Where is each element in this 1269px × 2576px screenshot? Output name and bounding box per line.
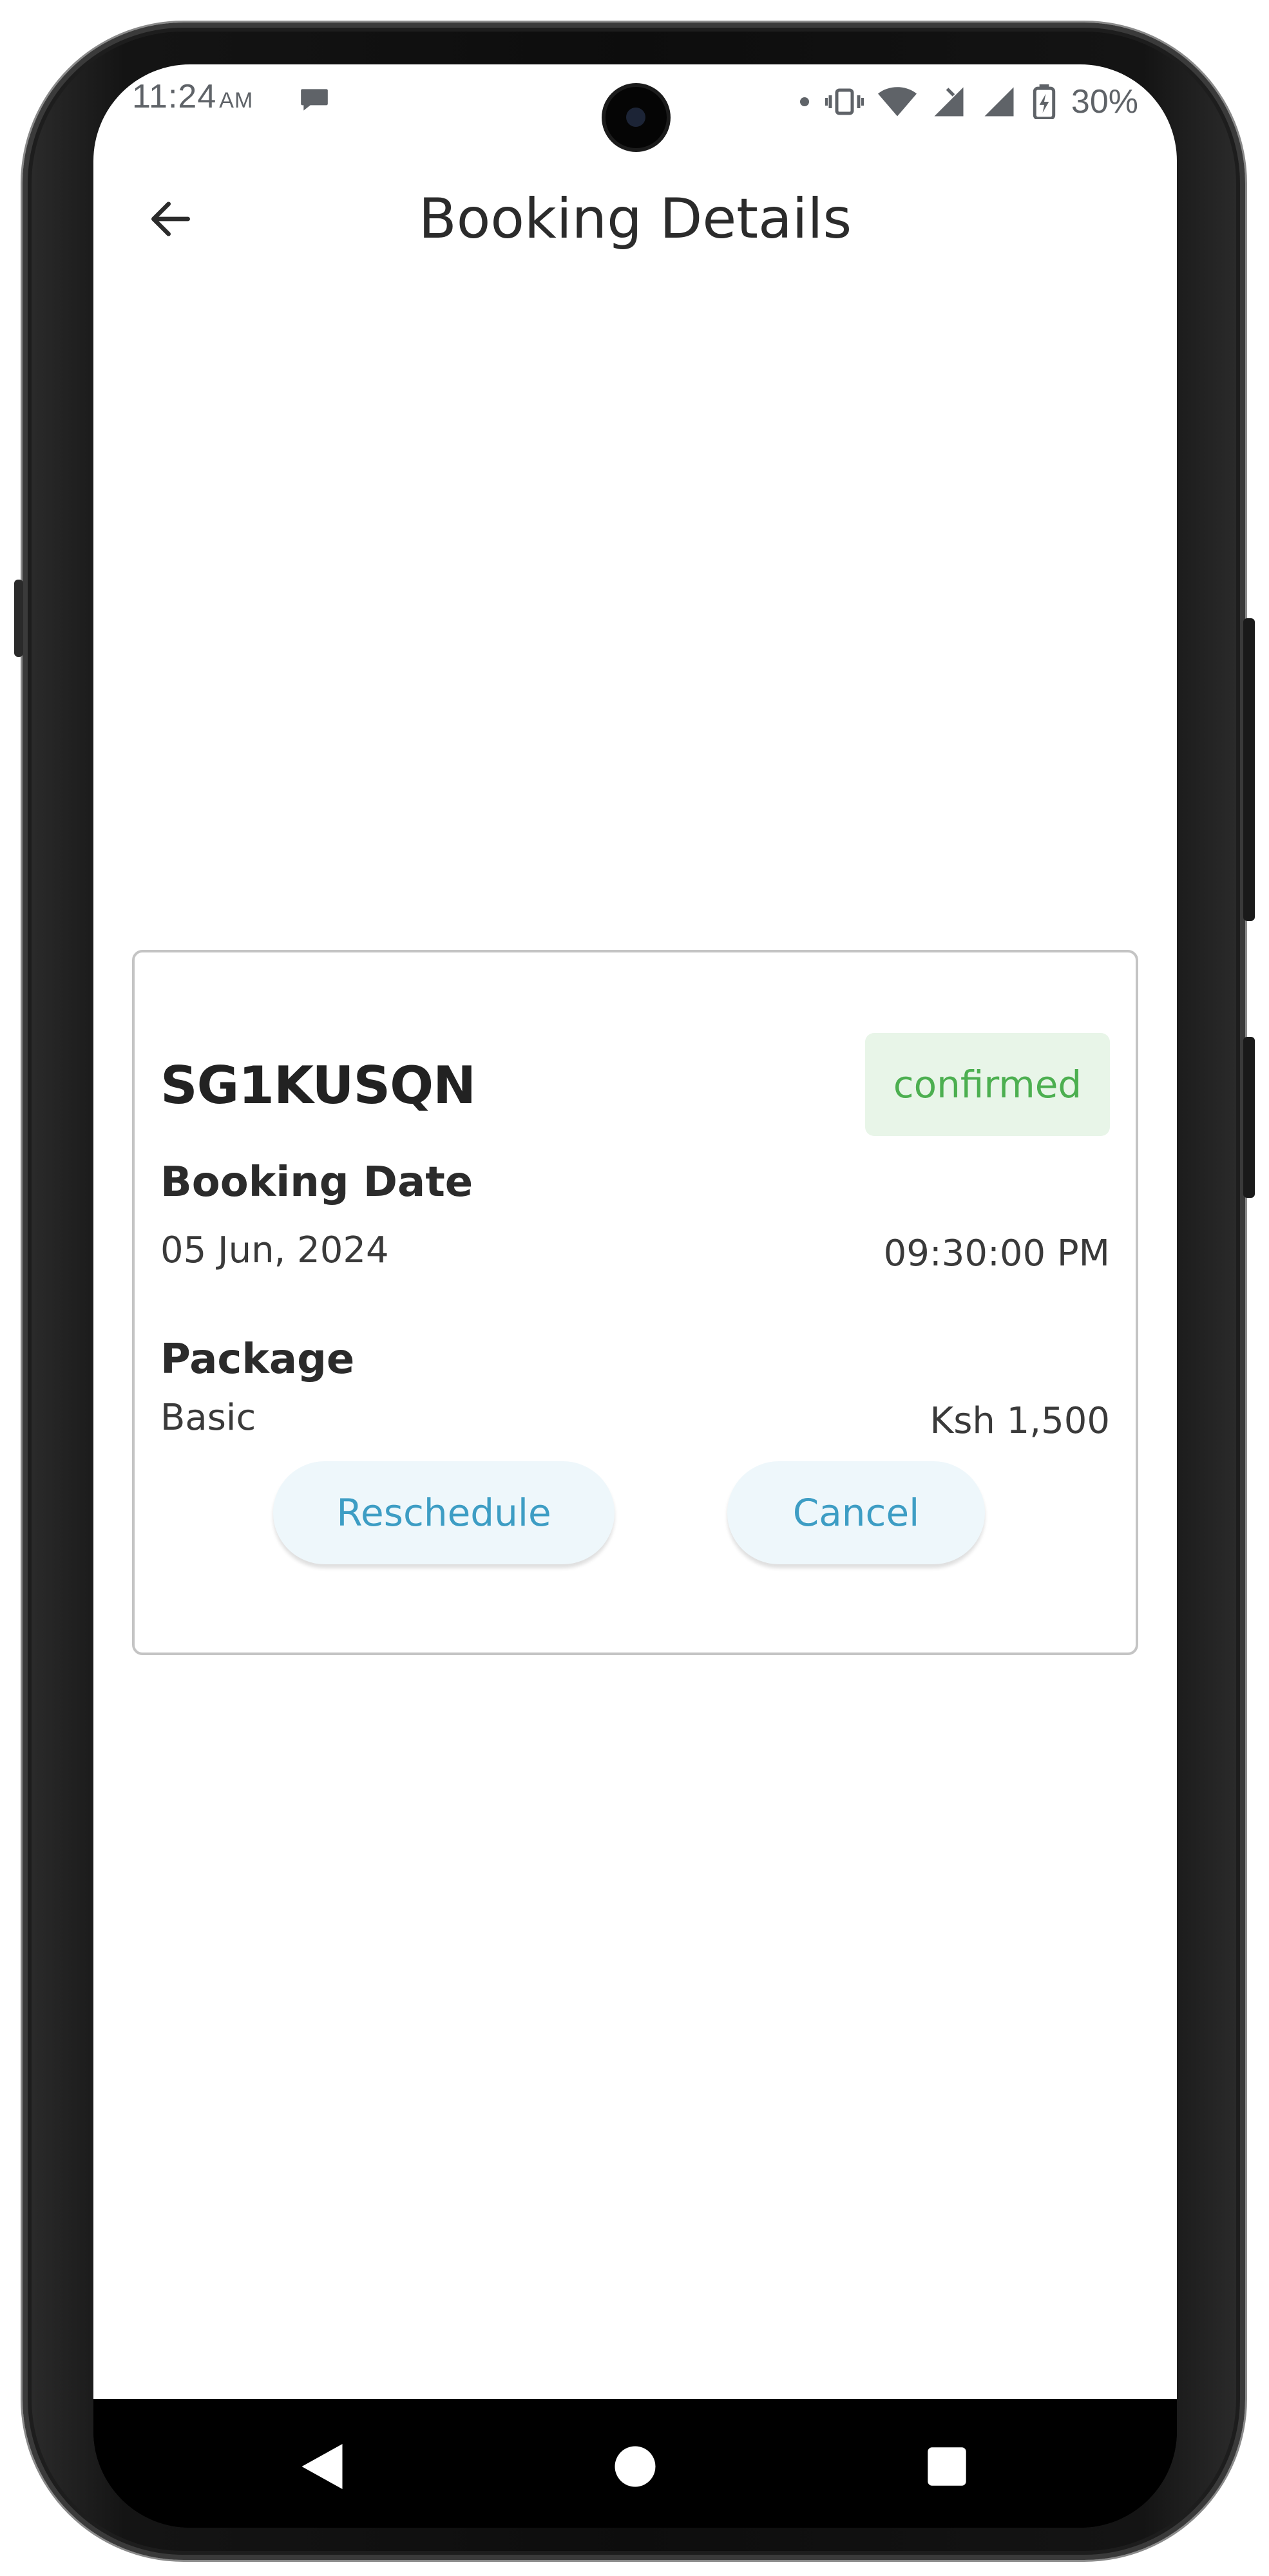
battery-icon [1033,84,1056,119]
system-nav-bar [93,2399,1177,2528]
status-time-ampm: AM [219,88,254,113]
signal-icon-1 [934,87,964,117]
wifi-icon [877,87,917,117]
volume-button [1243,618,1255,921]
circle-home-icon [615,2446,656,2487]
package-value: Basic [160,1397,256,1439]
status-bar: 11:24 AM 30% [93,64,1177,148]
package-price: Ksh 1,500 [930,1400,1110,1442]
page-title: Booking Details [418,187,852,251]
nav-back-button[interactable] [287,2431,358,2502]
phone-screen: 11:24AM 30% Booking Details SG1KUSQN co [93,64,1177,2528]
app-content: 11:24AM 30% Booking Details SG1KUSQN co [93,64,1177,2399]
cancel-button[interactable]: Cancel [727,1461,985,1564]
booking-code: SG1KUSQN [160,1056,476,1115]
status-time: 11:24 AM [132,77,253,116]
battery-percentage: 30% [1071,83,1138,120]
booking-date-value: 05 Jun, 2024 [160,1229,389,1271]
reschedule-button[interactable]: Reschedule [273,1461,615,1564]
booking-date-label: Booking Date [160,1159,473,1206]
status-badge: confirmed [865,1033,1110,1136]
status-time-value: 11:24 [132,78,217,115]
front-camera [606,87,667,148]
side-button-left [14,580,23,657]
booking-card: SG1KUSQN confirmed Booking Date 05 Jun, … [132,950,1138,1655]
booking-time-value: 09:30:00 PM [883,1233,1110,1274]
power-button [1243,1037,1255,1198]
status-icons: 30% [798,82,1138,121]
nav-recents-button[interactable] [911,2431,982,2502]
triangle-back-icon [301,2444,343,2489]
package-label: Package [160,1336,355,1383]
dot-icon [799,97,809,106]
message-notification-icon [298,84,330,116]
square-recents-icon [928,2447,966,2486]
nav-home-button[interactable] [600,2431,671,2502]
signal-icon-2 [984,87,1014,117]
vibrate-icon [825,88,864,115]
